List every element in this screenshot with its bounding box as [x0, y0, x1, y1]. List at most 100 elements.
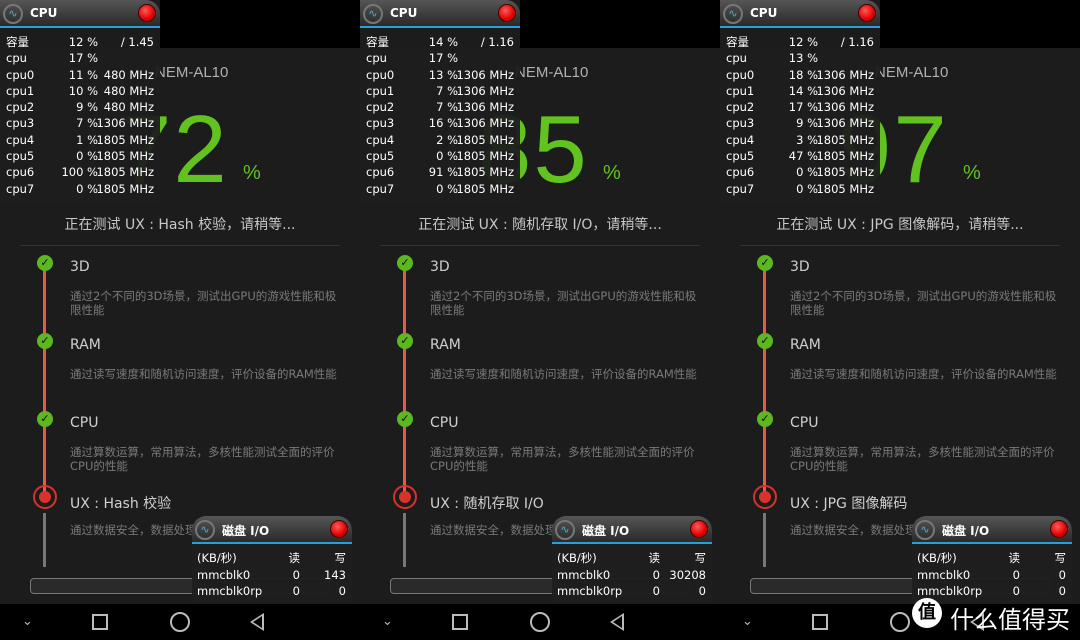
cpu-name: cpu6: [366, 165, 395, 180]
close-overlay-button[interactable]: [690, 520, 708, 538]
test-status: 正在测试 UX : Hash 校验，请稍等...: [64, 217, 296, 233]
step-description: 通过算数运算，常用算法，多核性能测试全面的评价CPU的性能: [790, 445, 1055, 473]
overlay-header[interactable]: ∿ CPU: [360, 0, 520, 28]
cpu-row: cpu0 18 % 1306 MHz: [720, 67, 880, 83]
check-icon: ✓: [757, 255, 773, 271]
cpu-name: cpu3: [726, 116, 755, 131]
nav-home-icon[interactable]: [530, 612, 550, 632]
cpu-row: cpu6 100 % 1805 MHz: [0, 164, 160, 180]
step-title: UX : Hash 校验: [70, 496, 172, 512]
cpu-usage: 0 %: [436, 149, 458, 164]
unit-label: (KB/秒): [197, 551, 237, 565]
cpu-row: cpu5 47 % 1805 MHz: [720, 148, 880, 164]
check-icon: ✓: [397, 411, 413, 427]
disk-io-overlay[interactable]: ∿ 磁盘 I/O (KB/秒) 读 写 mmcblk0 0 143 mmcblk0rp 0 0: [192, 516, 352, 604]
cpu-row: cpu 13 %: [720, 50, 880, 66]
disk-name: mmcblk0: [197, 567, 251, 582]
read-header: 读: [288, 551, 301, 565]
disk-io-overlay[interactable]: ∿ 磁盘 I/O (KB/秒) 读 写 mmcblk0 0 30208 mmcblk0rp 0 0: [552, 516, 712, 604]
cpu-usage: 7 %: [76, 116, 98, 131]
close-overlay-button[interactable]: [858, 4, 876, 22]
overlay-title: 磁盘 I/O: [222, 524, 270, 538]
cpu-monitor-overlay[interactable]: ∿ CPU 容量 14 %/ 1.16 cpu 17 % cpu0 13 % 1306 MHz c…: [360, 0, 520, 203]
check-icon: ✓: [757, 333, 773, 349]
step-title: 3D: [430, 259, 450, 275]
overlay-title: CPU: [30, 6, 58, 20]
overlay-header[interactable]: ∿ 磁盘 I/O: [552, 516, 712, 544]
device-name: NEM-AL10: [515, 64, 589, 81]
device-name: NEM-AL10: [155, 64, 229, 81]
nav-recents-icon[interactable]: [812, 614, 828, 630]
pulse-icon: ∿: [363, 4, 383, 24]
pulse-icon: ∿: [723, 4, 743, 24]
read-header: 读: [648, 551, 661, 565]
disk-read: 0: [292, 584, 300, 598]
cpu-usage: 17 %: [788, 100, 818, 115]
disk-write: 0: [338, 584, 346, 598]
overlay-title: 磁盘 I/O: [942, 524, 990, 538]
nav-hide-icon[interactable]: ⌄: [742, 612, 753, 632]
timeline-line-pending: [763, 513, 766, 567]
disk-write: 30208: [669, 567, 706, 582]
cpu-row: cpu4 1 % 1805 MHz: [0, 132, 160, 148]
running-gear-icon: [753, 485, 777, 509]
cpu-name: cpu2: [366, 100, 395, 115]
nav-recents-icon[interactable]: [452, 614, 468, 630]
disk-read: 0: [652, 584, 660, 598]
cpu-frequency: 1805 MHz: [816, 181, 874, 196]
timeline-line-done: [403, 267, 406, 501]
disk-io-overlay[interactable]: ∿ 磁盘 I/O (KB/秒) 读写 mmcblk0 0 0 mmcblk0rp 0 0: [912, 516, 1072, 604]
cpu-monitor-overlay[interactable]: ∿ CPU 容量 12 %/ 1.16 cpu 13 % cpu0 18 % 1306 MHz c…: [720, 0, 880, 203]
cpu-name: cpu: [366, 51, 387, 66]
cpu-usage: 10 %: [68, 83, 98, 98]
close-overlay-button[interactable]: [498, 4, 516, 22]
divider: [20, 245, 340, 246]
overlay-header[interactable]: ∿ CPU: [720, 0, 880, 28]
divider: [380, 245, 700, 246]
nav-back-icon[interactable]: [610, 613, 624, 631]
cpu-row: cpu 17 %: [0, 50, 160, 66]
timeline-line-done: [43, 267, 46, 501]
disk-header-row: (KB/秒) 读 写: [552, 550, 712, 567]
cpu-name: cpu4: [6, 132, 35, 147]
cpu-frequency: / 1.16: [480, 35, 514, 49]
overlay-header[interactable]: ∿ CPU: [0, 0, 160, 28]
cpu-usage: 16 %: [428, 116, 458, 131]
test-status: 正在测试 UX : JPG 图像解码，请稍等...: [776, 217, 1024, 233]
overlay-title: 磁盘 I/O: [582, 524, 630, 538]
pulse-icon: ∿: [195, 520, 215, 540]
close-overlay-button[interactable]: [138, 4, 156, 22]
cpu-row: cpu3 9 % 1306 MHz: [720, 115, 880, 131]
benchmark-panel: NEM-AL10 72% 正在测试 UX : Hash 校验，请稍等... ✓ 3D 通过…: [0, 0, 360, 640]
close-overlay-button[interactable]: [1050, 520, 1068, 538]
cpu-frequency: 480 MHz: [103, 67, 154, 82]
close-overlay-button[interactable]: [330, 520, 348, 538]
cpu-frequency: 1805 MHz: [456, 132, 514, 147]
step-title: CPU: [430, 415, 459, 431]
nav-home-icon[interactable]: [170, 612, 190, 632]
disk-read: 0: [652, 567, 660, 582]
cpu-usage: 13 %: [788, 51, 818, 66]
cpu-name: 容量: [726, 35, 749, 49]
cpu-name: cpu4: [366, 132, 395, 147]
disk-name: mmcblk0rp: [557, 584, 623, 598]
cpu-usage: 0 %: [76, 181, 98, 196]
disk-name: mmcblk0rp: [197, 584, 263, 598]
nav-recents-icon[interactable]: [92, 614, 108, 630]
cpu-name: cpu4: [726, 132, 755, 147]
write-header: 写: [1054, 551, 1067, 565]
overlay-header[interactable]: ∿ 磁盘 I/O: [912, 516, 1072, 544]
nav-hide-icon[interactable]: ⌄: [22, 612, 33, 632]
cpu-usage: 11 %: [68, 67, 98, 82]
overlay-header[interactable]: ∿ 磁盘 I/O: [192, 516, 352, 544]
cpu-frequency: 1306 MHz: [456, 100, 514, 115]
nav-hide-icon[interactable]: ⌄: [382, 612, 393, 632]
nav-back-icon[interactable]: [250, 613, 264, 631]
timeline-line-done: [763, 267, 766, 501]
cpu-frequency: 480 MHz: [103, 83, 154, 98]
nav-home-icon[interactable]: [890, 612, 910, 632]
progress-unit: %: [963, 162, 981, 184]
cpu-monitor-overlay[interactable]: ∿ CPU 容量 12 %/ 1.45 cpu 17 % cpu0 11 % 480 MHz cp…: [0, 0, 160, 203]
step-title: RAM: [790, 337, 821, 353]
cpu-name: cpu1: [366, 83, 395, 98]
